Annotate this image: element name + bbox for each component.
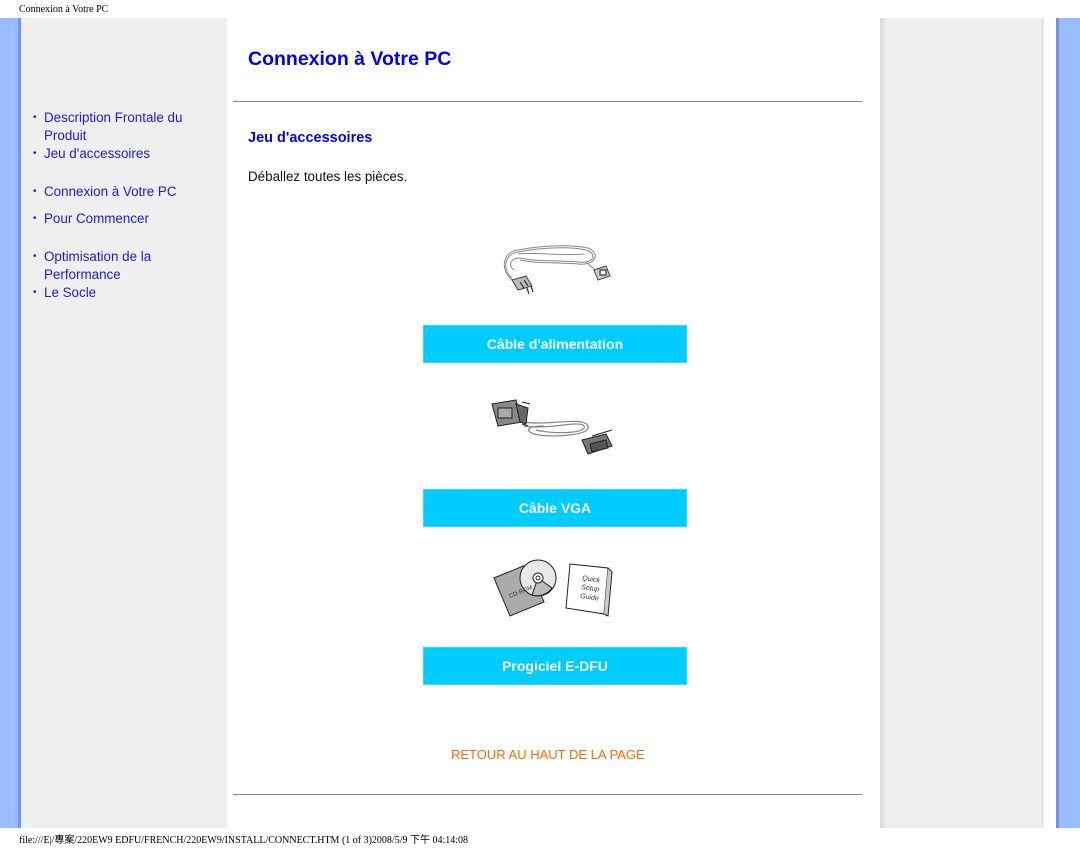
print-footer: file:///E|/專案/220EW9 EDFU/FRENCH/220EW9/… bbox=[19, 835, 469, 846]
power-cable-icon bbox=[503, 245, 611, 295]
sidebar-item-label: Optimisation de la Performance bbox=[44, 249, 152, 282]
sidebar-nav: • Description Frontale du Produit • Jeu d'… bbox=[31, 109, 221, 302]
sidebar-item-description[interactable]: • Description Frontale du Produit bbox=[31, 109, 221, 145]
sidebar-item-optimization[interactable]: • Optimisation de la Performance bbox=[31, 248, 221, 284]
power-cable-label[interactable]: Câble d'alimentation bbox=[423, 325, 687, 363]
sidebar: • Description Frontale du Produit • Jeu d'… bbox=[21, 18, 227, 828]
divider-top bbox=[233, 101, 862, 102]
sidebar-item-label: Pour Commencer bbox=[44, 211, 149, 226]
divider-bottom bbox=[233, 794, 862, 795]
bullet-icon: • bbox=[33, 186, 37, 197]
right-panel-divider bbox=[1042, 18, 1043, 828]
sidebar-item-label: Jeu d'accessoires bbox=[44, 146, 151, 161]
left-decorative-bar bbox=[0, 18, 20, 828]
sidebar-item-stand[interactable]: • Le Socle bbox=[31, 284, 221, 302]
edfu-package-label[interactable]: Progiciel E-DFU bbox=[423, 647, 687, 685]
section-title: Jeu d'accessoires bbox=[248, 130, 373, 146]
bullet-icon: • bbox=[33, 213, 37, 224]
bullet-icon: • bbox=[33, 287, 37, 298]
print-header: Connexion à Votre PC bbox=[19, 4, 109, 15]
bullet-icon: • bbox=[33, 148, 37, 159]
bullet-icon: • bbox=[33, 112, 37, 123]
sidebar-item-label: Le Socle bbox=[44, 285, 97, 300]
sidebar-item-accessories[interactable]: • Jeu d'accessoires bbox=[31, 145, 221, 163]
right-panel bbox=[880, 18, 1044, 828]
sidebar-item-getting-started[interactable]: • Pour Commencer bbox=[31, 210, 221, 228]
sidebar-item-label: Connexion à Votre PC bbox=[44, 184, 177, 199]
sidebar-item-connect[interactable]: • Connexion à Votre PC bbox=[31, 183, 221, 201]
vga-cable-icon bbox=[491, 399, 613, 455]
back-to-top-link[interactable]: RETOUR AU HAUT DE LA PAGE bbox=[451, 747, 645, 762]
cd-rom-guide-icon: CD-ROM Quick Setup Guide bbox=[493, 559, 613, 617]
right-decorative-bar bbox=[1057, 18, 1080, 828]
page-title: Connexion à Votre PC bbox=[248, 48, 452, 70]
intro-text: Déballez toutes les pièces. bbox=[248, 169, 408, 184]
bullet-icon: • bbox=[33, 251, 37, 262]
sidebar-item-label: Description Frontale du Produit bbox=[44, 110, 183, 143]
vga-cable-label[interactable]: Câble VGA bbox=[423, 489, 687, 527]
right-bar-edge bbox=[1056, 18, 1059, 828]
